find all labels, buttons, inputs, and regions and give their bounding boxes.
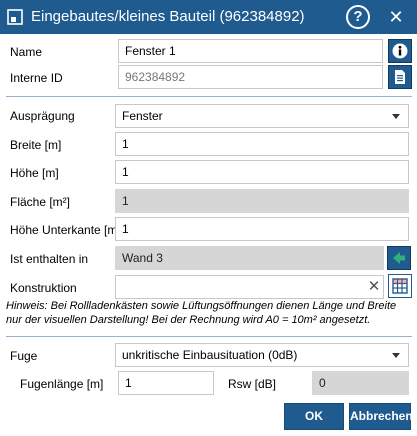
fuge-value: unkritische Einbausituation (0dB): [122, 348, 298, 362]
flaeche-field: 1: [115, 189, 409, 213]
auspraegung-label: Ausprägung: [10, 109, 75, 123]
rsw-field: 0: [312, 371, 409, 395]
cancel-button[interactable]: Abbrechen: [349, 403, 413, 430]
unterkante-label: Höhe Unterkante [m]: [10, 223, 121, 237]
konstruktion-select-button[interactable]: [388, 274, 412, 298]
fugenlaenge-input[interactable]: 1: [118, 371, 214, 395]
flaeche-label: Fläche [m²]: [10, 195, 71, 209]
fugenlaenge-label: Fugenlänge [m]: [20, 377, 104, 391]
fuge-label: Fuge: [10, 349, 38, 363]
rsw-label: Rsw [dB]: [228, 377, 277, 391]
copy-id-button[interactable]: [388, 65, 412, 89]
fuge-dropdown[interactable]: unkritische Einbausituation (0dB): [115, 343, 409, 367]
enthalten-label: Ist enthalten in: [10, 252, 89, 266]
breite-label: Breite [m]: [10, 138, 62, 152]
enthalten-field: Wand 3: [115, 246, 384, 270]
name-label: Name: [10, 45, 43, 59]
chevron-down-icon: [392, 114, 400, 119]
grid-table-icon: [392, 278, 408, 294]
hoehe-label: Höhe [m]: [10, 166, 59, 180]
chevron-down-icon: [392, 353, 400, 358]
ok-button[interactable]: OK: [284, 403, 344, 430]
title-bar: Eingebautes/kleines Bauteil (962384892) …: [0, 0, 417, 34]
konstruktion-label: Konstruktion: [10, 281, 77, 295]
unterkante-input[interactable]: 1: [115, 217, 409, 241]
clear-icon[interactable]: ✕: [366, 278, 382, 296]
copy-document-icon: [395, 70, 405, 84]
window-title: Eingebautes/kleines Bauteil (962384892): [31, 8, 305, 25]
hoehe-input[interactable]: 1: [115, 160, 409, 184]
internal-id-label: Interne ID: [10, 71, 63, 85]
question-icon[interactable]: ?: [346, 5, 370, 29]
konstruktion-input[interactable]: [115, 275, 384, 299]
auspraegung-dropdown[interactable]: Fenster: [115, 104, 409, 128]
hint-text: Hinweis: Bei Rollladenkästen sowie Lüftu…: [6, 300, 397, 326]
internal-id-field: 962384892: [118, 65, 383, 89]
name-input[interactable]: Fenster 1: [118, 39, 383, 63]
auspraegung-value: Fenster: [122, 109, 163, 123]
breite-input[interactable]: 1: [115, 132, 409, 156]
info-icon: [392, 43, 408, 59]
info-button[interactable]: [388, 39, 412, 63]
separator: [6, 336, 412, 337]
goto-parent-button[interactable]: [387, 246, 411, 270]
arrow-left-icon: [393, 252, 405, 264]
separator: [6, 96, 412, 97]
close-icon[interactable]: ✕: [383, 4, 409, 30]
window-app-icon: [7, 9, 23, 25]
